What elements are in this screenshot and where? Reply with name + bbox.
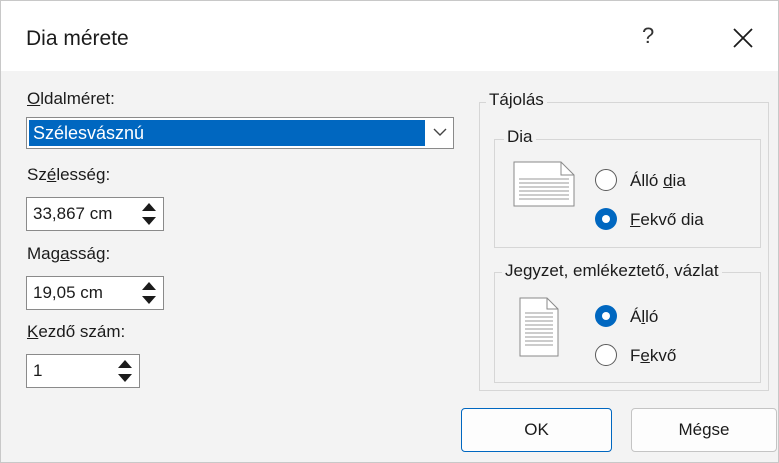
notes-portrait-label[interactable]: Álló — [630, 307, 658, 327]
start-number-input[interactable]: 1 — [33, 355, 42, 387]
start-number-decrease-button[interactable] — [113, 371, 137, 385]
width-spin-buttons — [137, 200, 161, 228]
triangle-up-icon — [142, 203, 156, 211]
notes-portrait-radio[interactable] — [595, 305, 617, 327]
triangle-up-icon — [142, 282, 156, 290]
title-bar: Dia mérete ? — [1, 1, 778, 71]
landscape-page-icon — [513, 161, 575, 207]
height-label: Magasság: — [27, 244, 111, 263]
slide-size-label: Oldalméret: — [27, 89, 115, 108]
chevron-down-icon — [433, 128, 447, 136]
dialog-title: Dia mérete — [26, 27, 129, 50]
start-number-increase-button[interactable] — [113, 357, 137, 371]
width-input[interactable]: 33,867 cm — [33, 198, 112, 230]
slide-landscape-radio[interactable] — [595, 208, 617, 230]
slides-group-title: Dia — [504, 127, 536, 147]
slide-size-dropdown[interactable]: Szélesvásznú — [26, 117, 454, 149]
height-input[interactable]: 19,05 cm — [33, 277, 103, 309]
height-increase-button[interactable] — [137, 279, 161, 293]
triangle-down-icon — [118, 374, 132, 382]
close-icon — [733, 28, 753, 48]
start-number-spin-buttons — [113, 357, 137, 385]
help-button[interactable]: ? — [642, 23, 654, 49]
notes-landscape-radio[interactable] — [595, 344, 617, 366]
slide-size-dialog: Dia mérete ? Oldalméret: Szélesvásznú Sz… — [0, 0, 779, 463]
start-number-spinner[interactable]: 1 — [26, 354, 140, 388]
start-number-label: Kezdő szám: — [27, 322, 126, 341]
portrait-page-icon — [519, 297, 559, 357]
notes-landscape-label[interactable]: Fekvő — [630, 346, 676, 366]
notes-group-title: Jegyzet, emlékeztető, vázlat — [502, 261, 722, 281]
close-button[interactable] — [730, 25, 756, 51]
width-increase-button[interactable] — [137, 200, 161, 214]
triangle-down-icon — [142, 217, 156, 225]
cancel-button[interactable]: Mégse — [631, 408, 777, 452]
orientation-group-title: Tájolás — [486, 90, 547, 110]
slide-size-selected-value: Szélesvásznú — [29, 120, 425, 146]
width-decrease-button[interactable] — [137, 214, 161, 228]
slide-portrait-radio[interactable] — [595, 169, 617, 191]
height-decrease-button[interactable] — [137, 293, 161, 307]
height-spinner[interactable]: 19,05 cm — [26, 276, 164, 310]
width-spinner[interactable]: 33,867 cm — [26, 197, 164, 231]
triangle-down-icon — [142, 296, 156, 304]
triangle-up-icon — [118, 360, 132, 368]
height-spin-buttons — [137, 279, 161, 307]
slide-landscape-label[interactable]: Fekvő dia — [630, 210, 704, 230]
width-label: Szélesség: — [27, 165, 111, 184]
slide-portrait-label[interactable]: Álló dia — [630, 171, 686, 191]
ok-button[interactable]: OK — [461, 408, 612, 452]
